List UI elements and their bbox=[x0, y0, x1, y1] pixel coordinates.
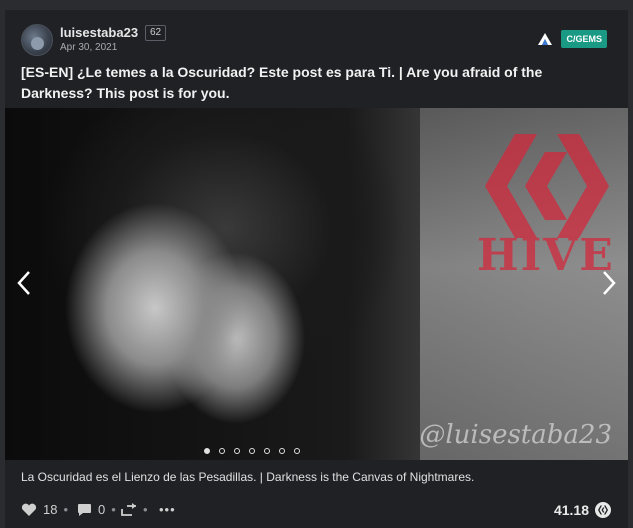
comment-count: 0 bbox=[98, 502, 106, 517]
separator-dot: • bbox=[63, 502, 69, 517]
carousel-next-button[interactable] bbox=[596, 268, 620, 298]
hive-brand-text: HIVE bbox=[477, 230, 615, 281]
carousel-dots bbox=[5, 448, 628, 454]
ecency-logo-icon bbox=[538, 33, 552, 45]
author-avatar[interactable] bbox=[21, 24, 53, 56]
vote-count: 18 bbox=[43, 502, 58, 517]
image-watermark: @luisestaba23 bbox=[419, 420, 612, 450]
comments-button[interactable]: 0 • bbox=[77, 502, 116, 517]
separator-dot: • bbox=[111, 502, 116, 517]
comment-icon bbox=[78, 503, 91, 516]
post-card: luisestaba23 62 Apr 30, 2021 C/GEMS [ES-… bbox=[5, 10, 628, 528]
chevron-left-icon bbox=[17, 271, 30, 295]
carousel-dot[interactable] bbox=[233, 448, 240, 454]
post-footer: 18 • 0 • • ••• 41.18 bbox=[21, 500, 613, 522]
reblog-button[interactable]: • bbox=[121, 502, 148, 517]
payout-amount[interactable]: 41.18 bbox=[554, 502, 589, 518]
carousel-prev-button[interactable] bbox=[13, 268, 37, 298]
chevron-right-icon bbox=[603, 271, 616, 295]
reputation-badge: 62 bbox=[145, 25, 167, 41]
image-carousel[interactable]: HIVE @luisestaba23 bbox=[5, 108, 628, 460]
carousel-dot[interactable] bbox=[248, 448, 255, 454]
carousel-dot[interactable] bbox=[218, 448, 225, 454]
hive-coin-icon bbox=[595, 502, 611, 518]
reblog-icon bbox=[121, 502, 136, 516]
author-name[interactable]: luisestaba23 bbox=[60, 25, 138, 40]
heart-icon bbox=[21, 503, 37, 516]
carousel-dot[interactable] bbox=[278, 448, 285, 454]
community-tag[interactable]: C/GEMS bbox=[561, 30, 607, 48]
post-title[interactable]: [ES-EN] ¿Le temes a la Oscuridad? Este p… bbox=[21, 62, 613, 104]
separator-dot: • bbox=[143, 502, 148, 517]
image-caption: La Oscuridad es el Lienzo de las Pesadil… bbox=[21, 470, 475, 484]
carousel-dot[interactable] bbox=[293, 448, 300, 454]
upvote-button[interactable]: 18 • bbox=[21, 502, 68, 517]
post-date[interactable]: Apr 30, 2021 bbox=[60, 42, 117, 53]
carousel-dot[interactable] bbox=[203, 448, 210, 454]
more-options-button[interactable]: ••• bbox=[159, 502, 176, 517]
post-header: luisestaba23 62 Apr 30, 2021 C/GEMS bbox=[21, 22, 611, 58]
carousel-dot[interactable] bbox=[263, 448, 270, 454]
hive-logo-icon bbox=[485, 134, 609, 238]
